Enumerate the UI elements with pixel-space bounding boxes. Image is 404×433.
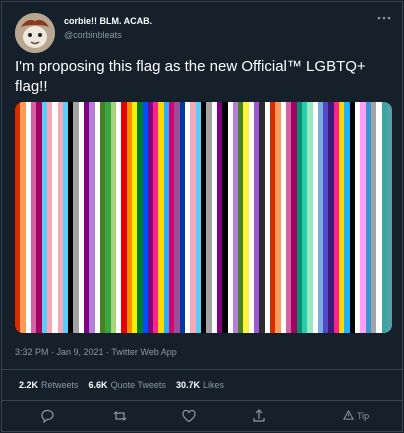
engagement-stats: 2.2K Retweets 6.6K Quote Tweets 30.7K Likes (19, 380, 224, 390)
tip-icon (343, 410, 354, 420)
share-icon[interactable] (251, 408, 267, 424)
avatar[interactable] (15, 13, 55, 53)
retweet-icon[interactable] (112, 408, 128, 424)
tweet-text: I'm proposing this flag as the new Offic… (15, 58, 366, 95)
likes-label: Likes (202, 380, 224, 390)
user-handle[interactable]: @corbinbleats (64, 30, 122, 40)
tip-label: Tip (357, 410, 370, 421)
likes-stat[interactable]: 30.7K Likes (176, 380, 224, 390)
action-bar: Tip (2, 406, 402, 430)
tip-button[interactable]: Tip (343, 410, 369, 421)
flag-image[interactable] (15, 102, 392, 333)
quote-tweets-stat[interactable]: 6.6K Quote Tweets (89, 380, 166, 390)
tweet-card: corbie!! BLM. ACAB. @corbinbleats I'm pr… (1, 1, 403, 432)
retweets-label: Retweets (41, 380, 79, 390)
divider (2, 369, 402, 370)
likes-count: 30.7K (175, 380, 200, 390)
divider (2, 400, 402, 401)
retweets-count: 2.2K (19, 380, 39, 390)
quote-tweets-count: 6.6K (88, 380, 108, 390)
flag-stripe (386, 102, 392, 333)
tweet-timestamp[interactable]: 3:32 PM · Jan 9, 2021 · Twitter Web App (15, 347, 177, 357)
avatar-image (15, 13, 55, 53)
display-name[interactable]: corbie!! BLM. ACAB. (64, 16, 152, 26)
retweets-stat[interactable]: 2.2K Retweets (19, 380, 79, 390)
more-horizontal-icon[interactable] (377, 12, 391, 26)
reply-icon[interactable] (39, 408, 55, 424)
quote-tweets-label: Quote Tweets (110, 380, 166, 390)
heart-icon[interactable] (181, 408, 197, 424)
